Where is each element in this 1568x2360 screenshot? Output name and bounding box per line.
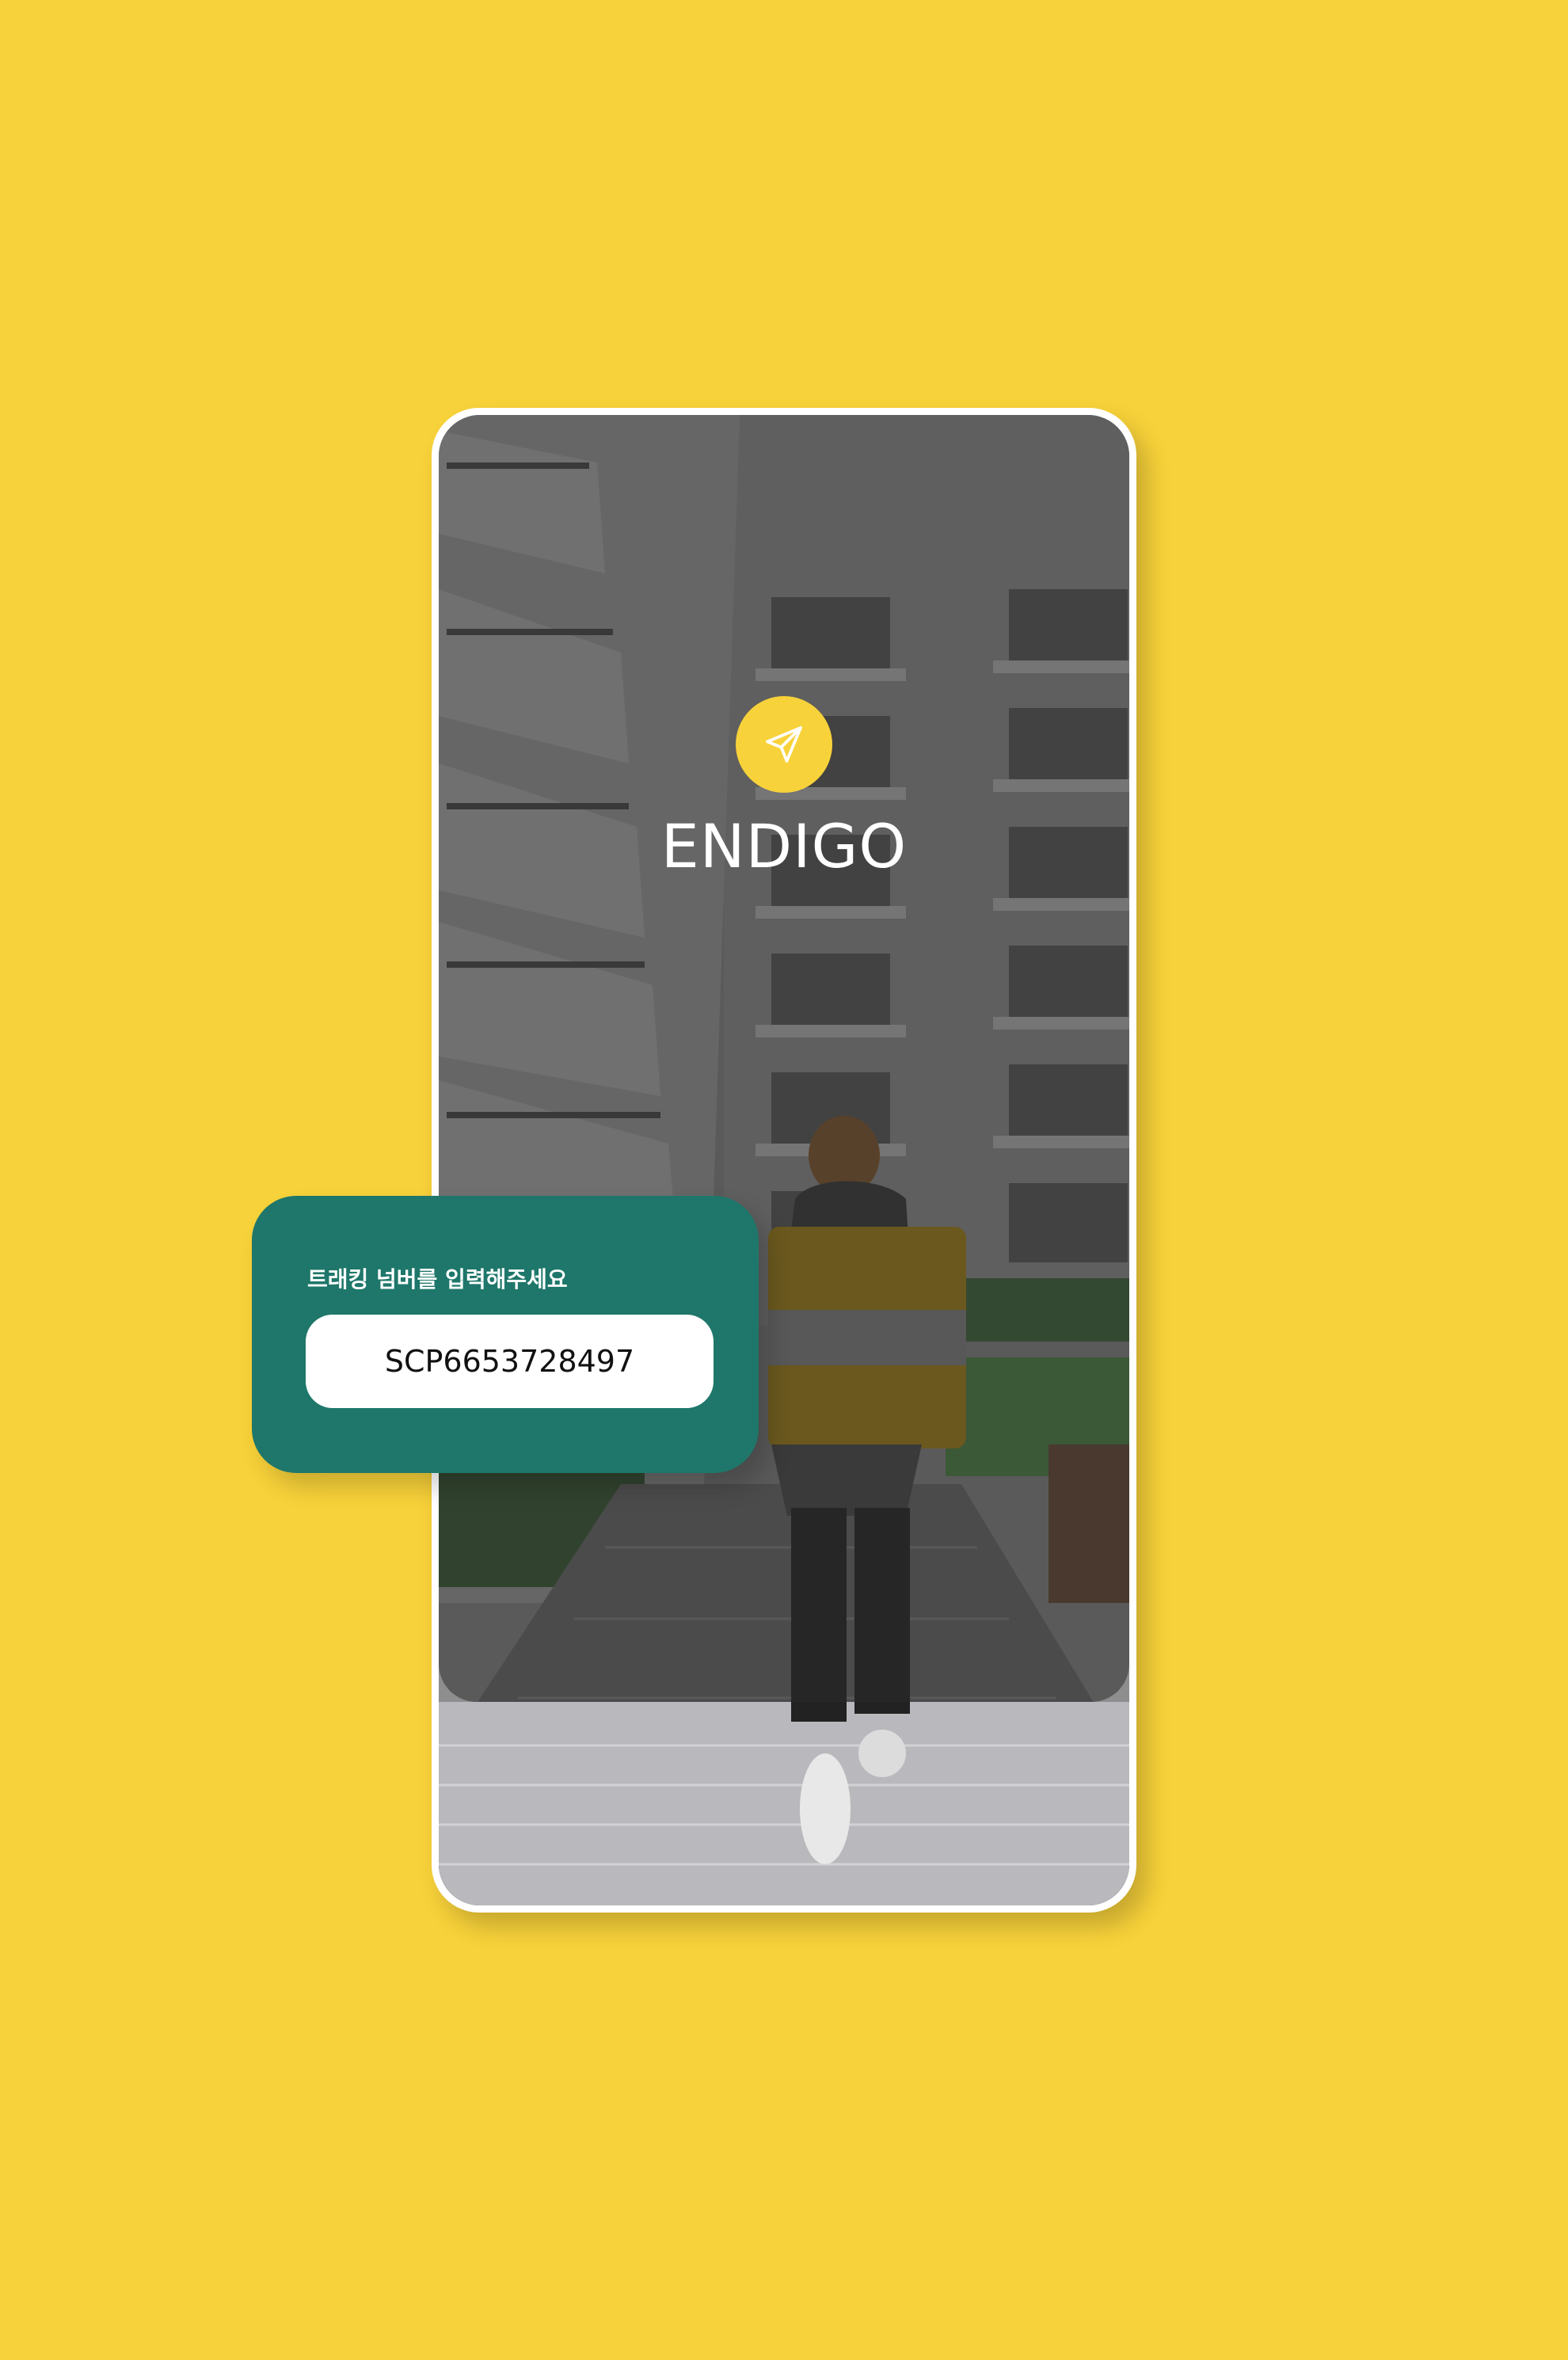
paper-plane-icon: [766, 726, 802, 763]
app-screen: ENDIGO: [439, 415, 1129, 1905]
dark-overlay: [439, 415, 1129, 1702]
logo-badge: [736, 696, 832, 793]
tracking-card: 트래킹 넘버를 입력해주세요: [252, 1196, 759, 1473]
tracking-number-input[interactable]: [306, 1315, 714, 1408]
phone-mockup: ENDIGO: [432, 408, 1136, 1913]
brand-title: ENDIGO: [660, 811, 908, 881]
tracking-label: 트래킹 넘버를 입력해주세요: [307, 1266, 568, 1292]
